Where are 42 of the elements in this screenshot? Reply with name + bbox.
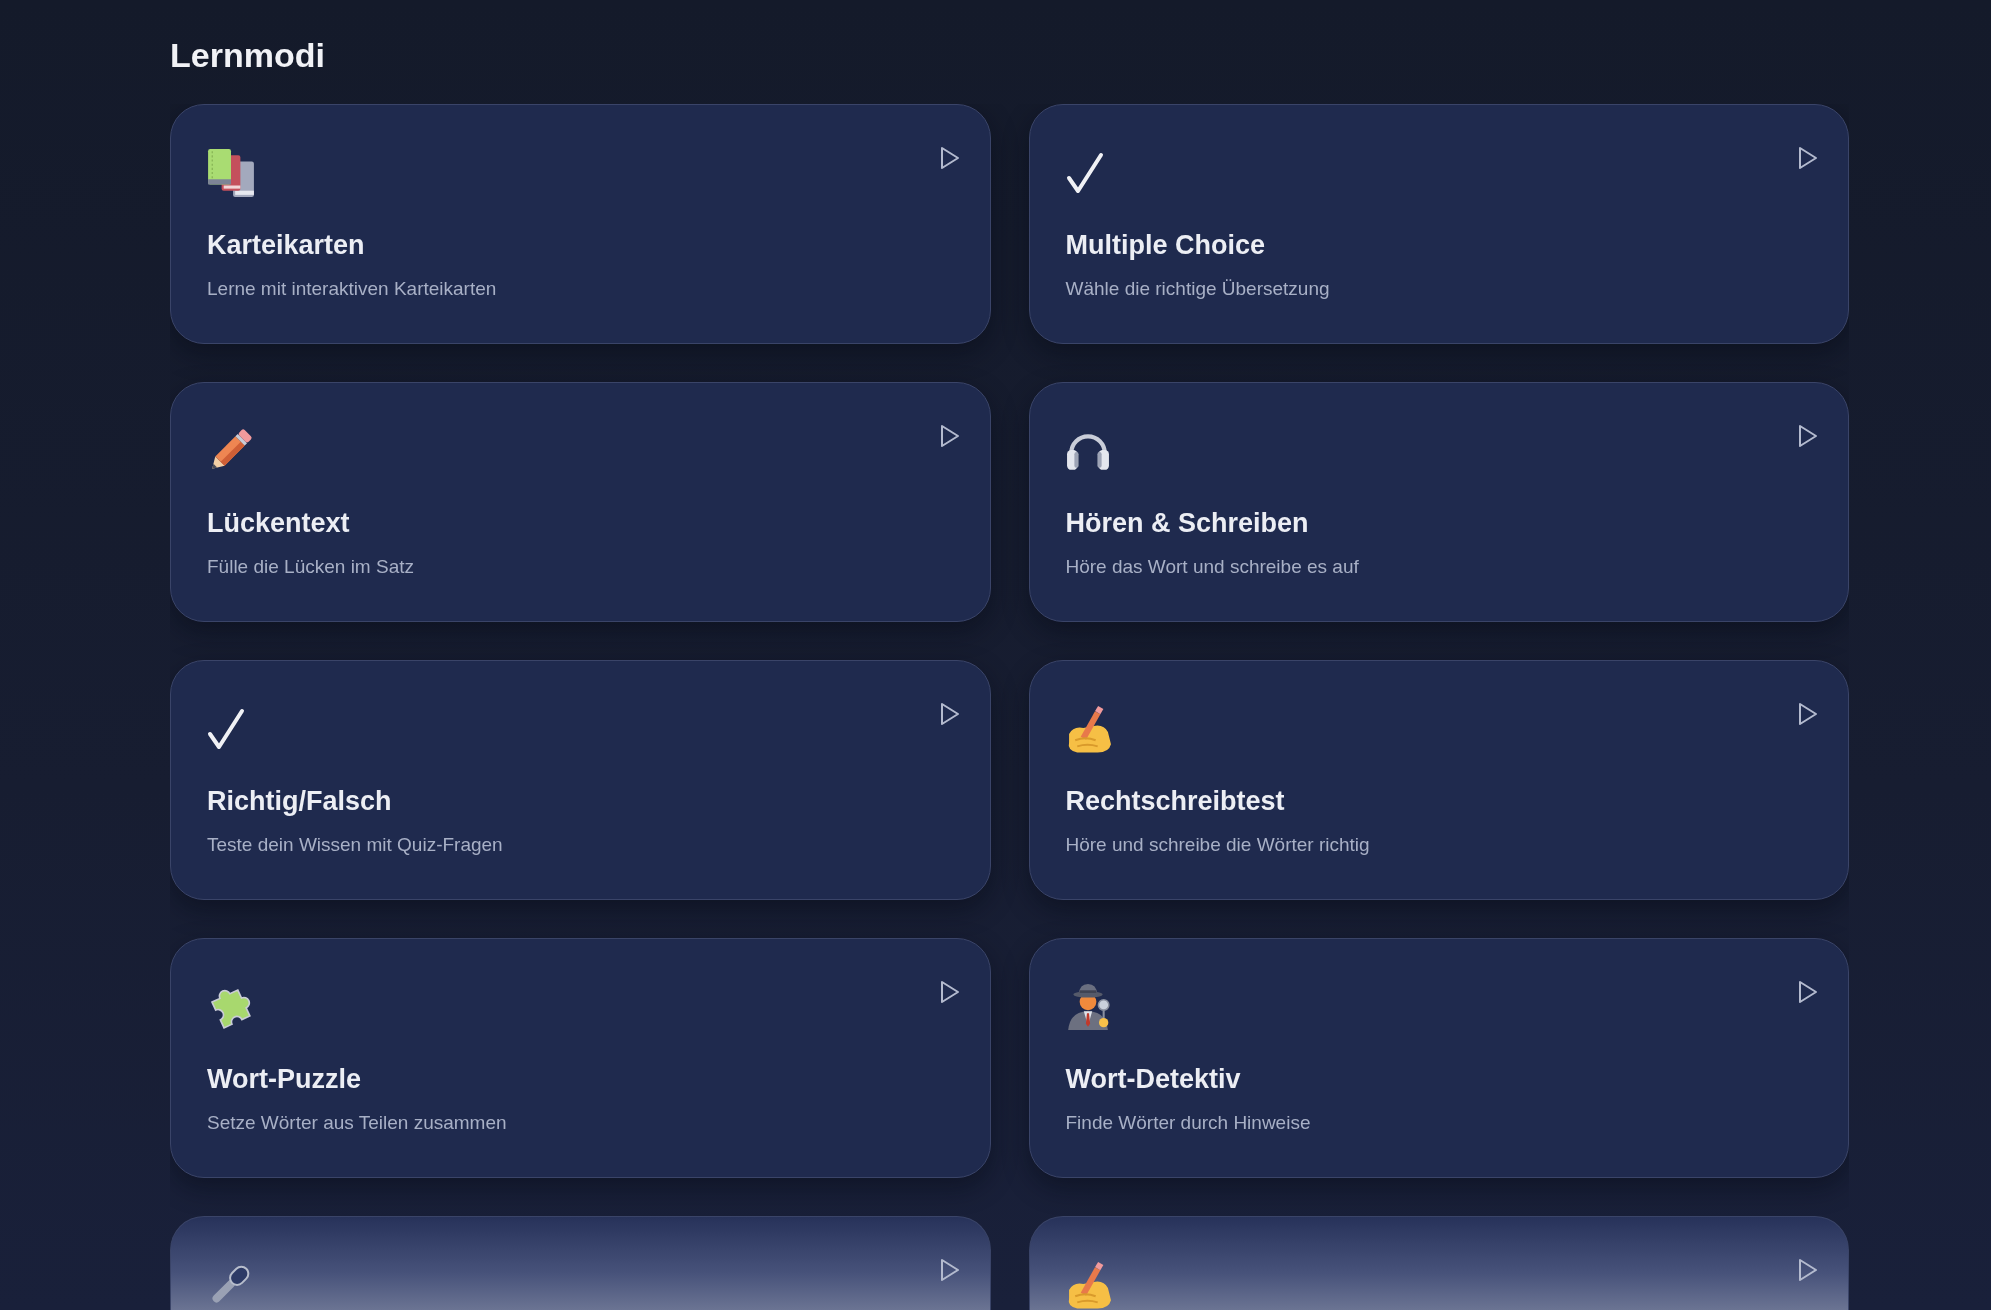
mode-description: Fülle die Lücken im Satz [207, 555, 414, 579]
play-icon [1798, 146, 1818, 170]
mode-title: Hören & Schreiben [1065, 507, 1309, 539]
mode-description: Finde Wörter durch Hinweise [1065, 1111, 1311, 1135]
play-icon [1798, 980, 1818, 1004]
mode-card[interactable]: Lückentext Fülle die Lücken im Satz [170, 382, 991, 622]
books-icon [207, 148, 255, 198]
mode-card[interactable]: Hören & Schreiben Höre das Wort und schreibe es auf [1028, 382, 1849, 622]
mode-description: Lerne mit interaktiven Karteikarten [207, 277, 497, 301]
mode-card[interactable] [1028, 1216, 1849, 1310]
mode-description: Wähle die richtige Übersetzung [1065, 277, 1330, 301]
mode-title: Lückentext [207, 507, 350, 539]
play-icon [939, 1258, 960, 1282]
mode-card[interactable]: Multiple Choice Wähle die richtige Übersetzung [1028, 104, 1849, 344]
play-icon [939, 424, 960, 448]
mode-title: Wort-Detektiv [1065, 1063, 1241, 1095]
check-icon [1065, 152, 1104, 194]
mode-title: Richtig/Falsch [207, 785, 392, 817]
mode-card[interactable]: Wort-Puzzle Setze Wörter aus Teilen zusammen [170, 938, 991, 1178]
mode-description: Höre und schreibe die Wörter richtig [1065, 833, 1370, 857]
mode-card[interactable]: Richtig/Falsch Teste dein Wissen mit Quiz-Fragen [170, 660, 991, 900]
mode-card[interactable]: Karteikarten Lerne mit interaktiven Karteikarten [170, 104, 991, 344]
mode-card[interactable]: Rechtschreibtest Höre und schreibe die Wörter richtig [1028, 660, 1849, 900]
detective-icon [1065, 983, 1110, 1031]
section-heading: Lernmodi [170, 35, 325, 76]
mode-title: Rechtschreibtest [1065, 785, 1285, 817]
mode-title: Multiple Choice [1065, 229, 1265, 261]
play-icon [1798, 1258, 1818, 1282]
mode-description: Höre das Wort und schreibe es auf [1065, 555, 1359, 579]
mode-title: Wort-Puzzle [207, 1063, 361, 1095]
play-icon [1798, 702, 1818, 726]
mode-description: Setze Wörter aus Teilen zusammen [207, 1111, 507, 1135]
mode-card[interactable]: Wort-Detektiv Finde Wörter durch Hinweise [1028, 938, 1849, 1178]
play-icon [939, 702, 960, 726]
play-icon [1798, 424, 1818, 448]
mode-title: Karteikarten [207, 229, 365, 261]
headphones-icon [1065, 431, 1110, 471]
mode-description: Teste dein Wissen mit Quiz-Fragen [207, 833, 503, 857]
check-icon [207, 708, 245, 750]
play-icon [939, 980, 960, 1004]
mode-card[interactable] [170, 1216, 991, 1310]
play-icon [939, 146, 960, 170]
